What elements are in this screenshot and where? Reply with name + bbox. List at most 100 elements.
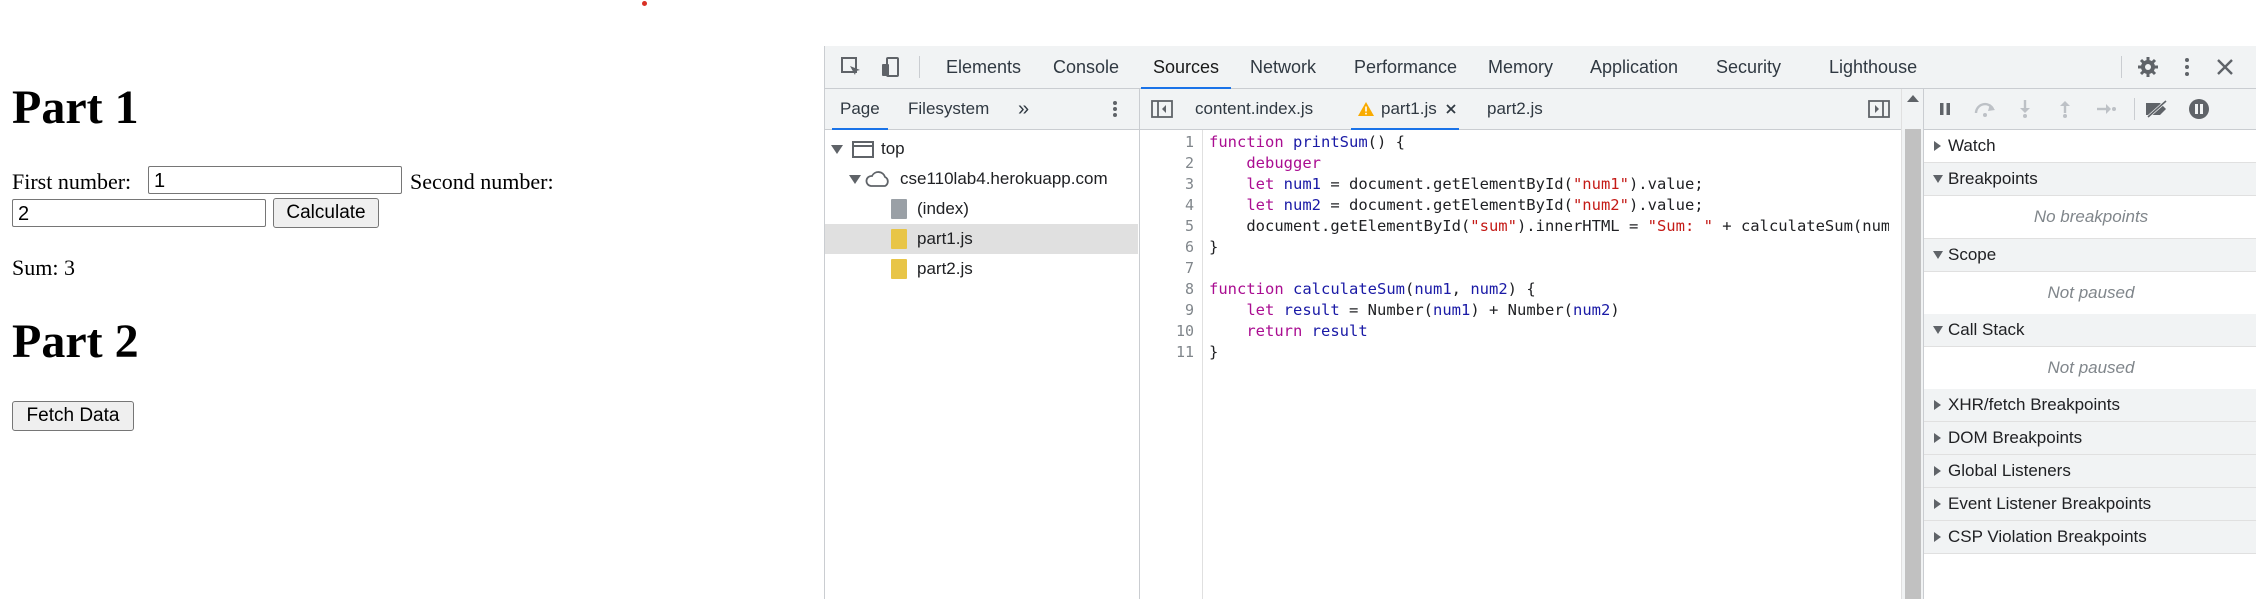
nav-tab-filesystem[interactable]: Filesystem [908, 89, 989, 129]
editor-tab-part1[interactable]: part1.js [1351, 89, 1459, 130]
line-number[interactable]: 9 [1185, 300, 1194, 321]
scope-empty-message: Not paused [1924, 272, 2256, 315]
tree-item-top[interactable]: top [825, 134, 1138, 164]
editor-scrollbar[interactable] [1901, 89, 1924, 599]
section-global-listeners[interactable]: Global Listeners [1924, 455, 2256, 488]
line-number[interactable]: 7 [1185, 258, 1194, 279]
tree-item-domain[interactable]: cse110lab4.herokuapp.com [825, 164, 1138, 194]
line-number[interactable]: 4 [1185, 195, 1194, 216]
code-line[interactable]: debugger [1209, 153, 1889, 174]
close-tab-icon[interactable] [1445, 103, 1457, 115]
section-call-stack[interactable]: Call Stack [1924, 314, 2256, 347]
code-line[interactable]: let result = Number(num1) + Number(num2) [1209, 300, 1889, 321]
line-number[interactable]: 3 [1185, 174, 1194, 195]
code-line[interactable]: let num1 = document.getElementById("num1… [1209, 174, 1889, 195]
editor-tab-part2[interactable]: part2.js [1487, 89, 1543, 129]
section-label: Call Stack [1948, 320, 2025, 339]
first-number-input[interactable]: 1 [148, 166, 402, 194]
step-over-icon[interactable] [1972, 97, 1998, 121]
line-number[interactable]: 1 [1185, 132, 1194, 153]
step-into-icon[interactable] [2012, 97, 2038, 121]
tree-label-top: top [881, 139, 905, 158]
toggle-navigator-icon[interactable] [1150, 97, 1174, 121]
section-label: Watch [1948, 136, 1996, 155]
tab-performance[interactable]: Performance [1354, 46, 1457, 88]
more-options-icon[interactable] [2175, 55, 2199, 79]
code-line[interactable] [1209, 258, 1889, 279]
section-scope[interactable]: Scope [1924, 239, 2256, 272]
line-number[interactable]: 8 [1185, 279, 1194, 300]
collapsed-arrow-icon [1934, 433, 1941, 443]
tab-security[interactable]: Security [1716, 46, 1781, 88]
tab-sources[interactable]: Sources [1140, 46, 1232, 89]
code-area[interactable]: function printSum() { debugger let num1 … [1209, 132, 1889, 597]
line-number[interactable]: 2 [1185, 153, 1194, 174]
navigator-menu-icon[interactable] [1103, 97, 1127, 121]
section-event-listener-breakpoints[interactable]: Event Listener Breakpoints [1924, 488, 2256, 521]
js-file-icon [891, 229, 907, 249]
pause-icon[interactable] [1932, 97, 1958, 121]
tab-lighthouse[interactable]: Lighthouse [1829, 46, 1917, 88]
section-csp-violation-breakpoints[interactable]: CSP Violation Breakpoints [1924, 521, 2256, 554]
section-label: DOM Breakpoints [1948, 428, 2083, 447]
toggle-debugger-icon[interactable] [1867, 97, 1891, 121]
gear-icon[interactable] [2136, 55, 2160, 79]
toolbar-divider-right [2121, 56, 2122, 78]
tree-label-part1: part1.js [917, 229, 973, 248]
tab-network[interactable]: Network [1250, 46, 1316, 88]
code-line[interactable]: function calculateSum(num1, num2) { [1209, 279, 1889, 300]
fetch-data-button[interactable]: Fetch Data [12, 401, 134, 431]
scrollbar-thumb[interactable] [1905, 129, 1921, 599]
section-dom-breakpoints[interactable]: DOM Breakpoints [1924, 422, 2256, 455]
second-number-label: Second number: [410, 169, 554, 194]
frame-icon [852, 141, 874, 158]
part1-heading: Part 1 [12, 81, 139, 134]
code-line[interactable]: } [1209, 237, 1889, 258]
code-line[interactable]: document.getElementById("sum").innerHTML… [1209, 216, 1889, 237]
tree-item-part1[interactable]: part1.js [825, 224, 1138, 254]
section-watch[interactable]: Watch [1924, 130, 2256, 163]
expand-arrow-icon [849, 175, 861, 184]
first-number-label: First number: [12, 169, 132, 194]
tab-console[interactable]: Console [1053, 46, 1119, 88]
code-line[interactable]: function printSum() { [1209, 132, 1889, 153]
section-breakpoints[interactable]: Breakpoints [1924, 163, 2256, 196]
step-out-icon[interactable] [2052, 97, 2078, 121]
navigator-header: Page Filesystem » [825, 89, 1139, 130]
scroll-up-arrow-icon[interactable] [1907, 95, 1919, 102]
deactivate-breakpoints-icon[interactable] [2144, 97, 2170, 121]
more-tabs-icon[interactable]: » [1018, 89, 1029, 129]
pause-on-exceptions-icon[interactable] [2186, 97, 2212, 121]
nav-tab-page[interactable]: Page [832, 89, 888, 130]
device-toolbar-icon[interactable] [879, 55, 903, 79]
line-number[interactable]: 6 [1185, 237, 1194, 258]
section-label: CSP Violation Breakpoints [1948, 527, 2147, 546]
tree-item-part2[interactable]: part2.js [825, 254, 1138, 284]
line-number[interactable]: 11 [1176, 342, 1194, 363]
tree-item-index[interactable]: (index) [825, 194, 1138, 224]
section-xhr-fetch-breakpoints[interactable]: XHR/fetch Breakpoints [1924, 389, 2256, 422]
close-icon[interactable] [2213, 55, 2237, 79]
line-number[interactable]: 5 [1185, 216, 1194, 237]
line-number[interactable]: 10 [1176, 321, 1194, 342]
collapsed-arrow-icon [1934, 141, 1941, 151]
tab-elements[interactable]: Elements [946, 46, 1021, 88]
web-page: Part 1 First number: 1 Second number: 2 … [0, 0, 824, 599]
tab-memory[interactable]: Memory [1488, 46, 1553, 88]
sum-text: Sum: 3 [12, 255, 75, 280]
calculate-button[interactable]: Calculate [273, 198, 379, 228]
collapsed-arrow-icon [1934, 532, 1941, 542]
document-icon [891, 199, 907, 219]
tab-application[interactable]: Application [1590, 46, 1678, 88]
collapsed-arrow-icon [1934, 499, 1941, 509]
code-line[interactable]: let num2 = document.getElementById("num2… [1209, 195, 1889, 216]
step-icon[interactable] [2092, 97, 2118, 121]
code-line[interactable]: } [1209, 342, 1889, 363]
line-number-gutter[interactable]: 1 2 3 4 5 6 7 8 9 10 11 [1140, 130, 1203, 599]
editor-tab-content-index[interactable]: content.index.js [1195, 89, 1313, 129]
second-number-input[interactable]: 2 [12, 199, 266, 227]
section-label: XHR/fetch Breakpoints [1948, 395, 2120, 414]
inspect-element-icon[interactable] [839, 55, 863, 79]
tree-label-domain: cse110lab4.herokuapp.com [900, 169, 1108, 188]
code-line[interactable]: return result [1209, 321, 1889, 342]
